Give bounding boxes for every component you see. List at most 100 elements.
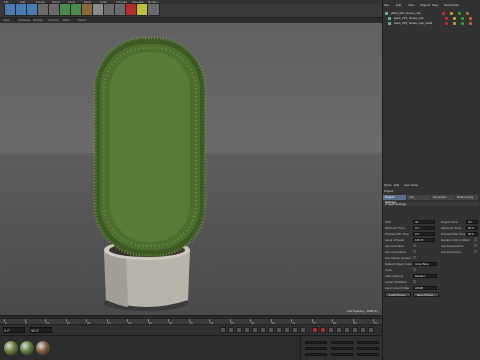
- object-tag-icon[interactable]: [445, 22, 448, 25]
- viewport-menu-display[interactable]: Display: [33, 18, 43, 23]
- attr-field[interactable]: 90 F: [466, 226, 478, 230]
- transport-button[interactable]: [336, 327, 342, 333]
- transport-button[interactable]: [228, 327, 234, 333]
- menu-item-snap[interactable]: Snap: [100, 0, 107, 4]
- attr-checkbox[interactable]: [413, 268, 416, 271]
- menu-item-animate[interactable]: Animate: [116, 0, 127, 4]
- attr-checkbox[interactable]: [413, 280, 416, 283]
- coordinate-field[interactable]: [331, 353, 353, 356]
- menu-item-tools[interactable]: Tools: [68, 0, 75, 4]
- attr-checkbox[interactable]: [474, 238, 477, 241]
- timeline-tick-label: 70: [292, 321, 296, 325]
- attr-field[interactable]: Medium: [413, 274, 437, 278]
- om-menu-edit[interactable]: Edit: [396, 3, 401, 8]
- attr-label: Maximum Time: [441, 226, 462, 230]
- transport-button[interactable]: [352, 327, 358, 333]
- transport-button[interactable]: [252, 327, 258, 333]
- transport-button[interactable]: [276, 327, 282, 333]
- preset-button[interactable]: Save Preset...: [413, 292, 439, 297]
- coordinate-field[interactable]: [357, 353, 379, 356]
- menu-item-file[interactable]: File: [4, 0, 9, 4]
- record-button[interactable]: [312, 327, 318, 333]
- transport-button[interactable]: [268, 327, 274, 333]
- coordinate-field[interactable]: [305, 341, 327, 344]
- object-tag-icon[interactable]: [461, 22, 464, 25]
- object-tag-icon[interactable]: [458, 12, 461, 15]
- attr-field[interactable]: Gray-Blue: [413, 262, 437, 266]
- preset-button[interactable]: Load Preset...: [385, 292, 411, 297]
- object-tag-icon[interactable]: [445, 17, 448, 20]
- 3d-viewport[interactable]: [0, 18, 382, 315]
- attr-menu-edit[interactable]: Edit: [394, 183, 399, 188]
- transport-button[interactable]: [260, 327, 266, 333]
- om-menu-file[interactable]: File: [384, 3, 389, 8]
- record-button[interactable]: [320, 327, 326, 333]
- om-menu-tags[interactable]: Tags: [432, 3, 438, 8]
- material-ball-icon[interactable]: [20, 341, 34, 355]
- transport-button[interactable]: [236, 327, 242, 333]
- tab-project-settings[interactable]: Project Settings: [383, 195, 406, 204]
- coordinate-field[interactable]: [357, 347, 379, 350]
- attr-checkbox[interactable]: [413, 244, 416, 247]
- attr-field[interactable]: 30: [413, 220, 435, 224]
- start-frame-field[interactable]: 0 F: [3, 327, 25, 333]
- transport-button[interactable]: [344, 327, 350, 333]
- coordinate-field[interactable]: [331, 347, 353, 350]
- om-menu-view[interactable]: View: [408, 3, 414, 8]
- attr-field[interactable]: 0 F: [466, 220, 478, 224]
- viewport-menu-view[interactable]: View: [3, 18, 9, 23]
- transport-button[interactable]: [284, 327, 290, 333]
- attr-checkbox[interactable]: [413, 250, 416, 253]
- attr-field[interactable]: sRGB: [413, 286, 437, 290]
- viewport-menu-filter[interactable]: Filter: [63, 18, 70, 23]
- transport-button[interactable]: [300, 327, 306, 333]
- attr-field[interactable]: 90 F: [466, 232, 478, 236]
- attr-checkbox[interactable]: [474, 244, 477, 247]
- transport-button[interactable]: [292, 327, 298, 333]
- attr-checkbox[interactable]: [413, 256, 416, 259]
- object-tag-icon[interactable]: [453, 17, 456, 20]
- transport-button[interactable]: [328, 327, 334, 333]
- transport-button[interactable]: [244, 327, 250, 333]
- coordinate-field[interactable]: [357, 341, 379, 344]
- coordinate-field[interactable]: [305, 353, 327, 356]
- coordinate-field[interactable]: [331, 341, 353, 344]
- viewport-menu-panel[interactable]: Panel: [78, 18, 86, 23]
- object-tag-icon[interactable]: [450, 12, 453, 15]
- object-tag-icon[interactable]: [461, 17, 464, 20]
- attr-field[interactable]: 0 F: [413, 232, 435, 236]
- menu-item-create[interactable]: Create: [36, 0, 45, 4]
- menu-item-edit[interactable]: Edit: [20, 0, 25, 4]
- object-tag-icon[interactable]: [469, 22, 472, 25]
- attr-field[interactable]: 100 %: [413, 238, 435, 242]
- attr-checkbox[interactable]: [474, 250, 477, 253]
- object-tag-icon[interactable]: [453, 22, 456, 25]
- tab-dynamics[interactable]: Dynamics: [431, 195, 454, 200]
- attr-label: Use Motion System: [385, 256, 412, 260]
- tab-info[interactable]: Info: [407, 195, 430, 200]
- menu-item-render[interactable]: Render: [148, 0, 158, 4]
- viewport-menu-options[interactable]: Options: [48, 18, 58, 23]
- attr-field[interactable]: 0 F: [413, 226, 435, 230]
- menu-item-mesh[interactable]: Mesh: [84, 0, 91, 4]
- toolbar-tool-icon[interactable]: [147, 3, 160, 16]
- menu-item-simulate[interactable]: Simulate: [132, 0, 144, 4]
- attr-menu-user-data[interactable]: User Data: [404, 183, 418, 188]
- om-menu-objects[interactable]: Objects: [420, 3, 430, 8]
- transport-button[interactable]: [220, 327, 226, 333]
- material-ball-icon[interactable]: [36, 341, 50, 355]
- om-menu-bookmarks[interactable]: Bookmarks: [444, 3, 459, 8]
- viewport-menu-cameras[interactable]: Cameras: [18, 18, 30, 23]
- menu-item-select[interactable]: Select: [52, 0, 60, 4]
- tab-referencing[interactable]: Referencing: [455, 195, 478, 200]
- object-row[interactable]: plant_015_Grass_mat_mask: [387, 21, 480, 26]
- transport-button[interactable]: [360, 327, 366, 333]
- end-frame-field[interactable]: 90 F: [30, 327, 52, 333]
- transport-button[interactable]: [368, 327, 374, 333]
- attr-menu-mode[interactable]: Mode: [384, 183, 392, 188]
- coordinate-field[interactable]: [305, 347, 327, 350]
- material-ball-icon[interactable]: [4, 341, 18, 355]
- object-tag-icon[interactable]: [442, 12, 445, 15]
- object-tag-icon[interactable]: [469, 17, 472, 20]
- object-tag-icon[interactable]: [466, 12, 469, 15]
